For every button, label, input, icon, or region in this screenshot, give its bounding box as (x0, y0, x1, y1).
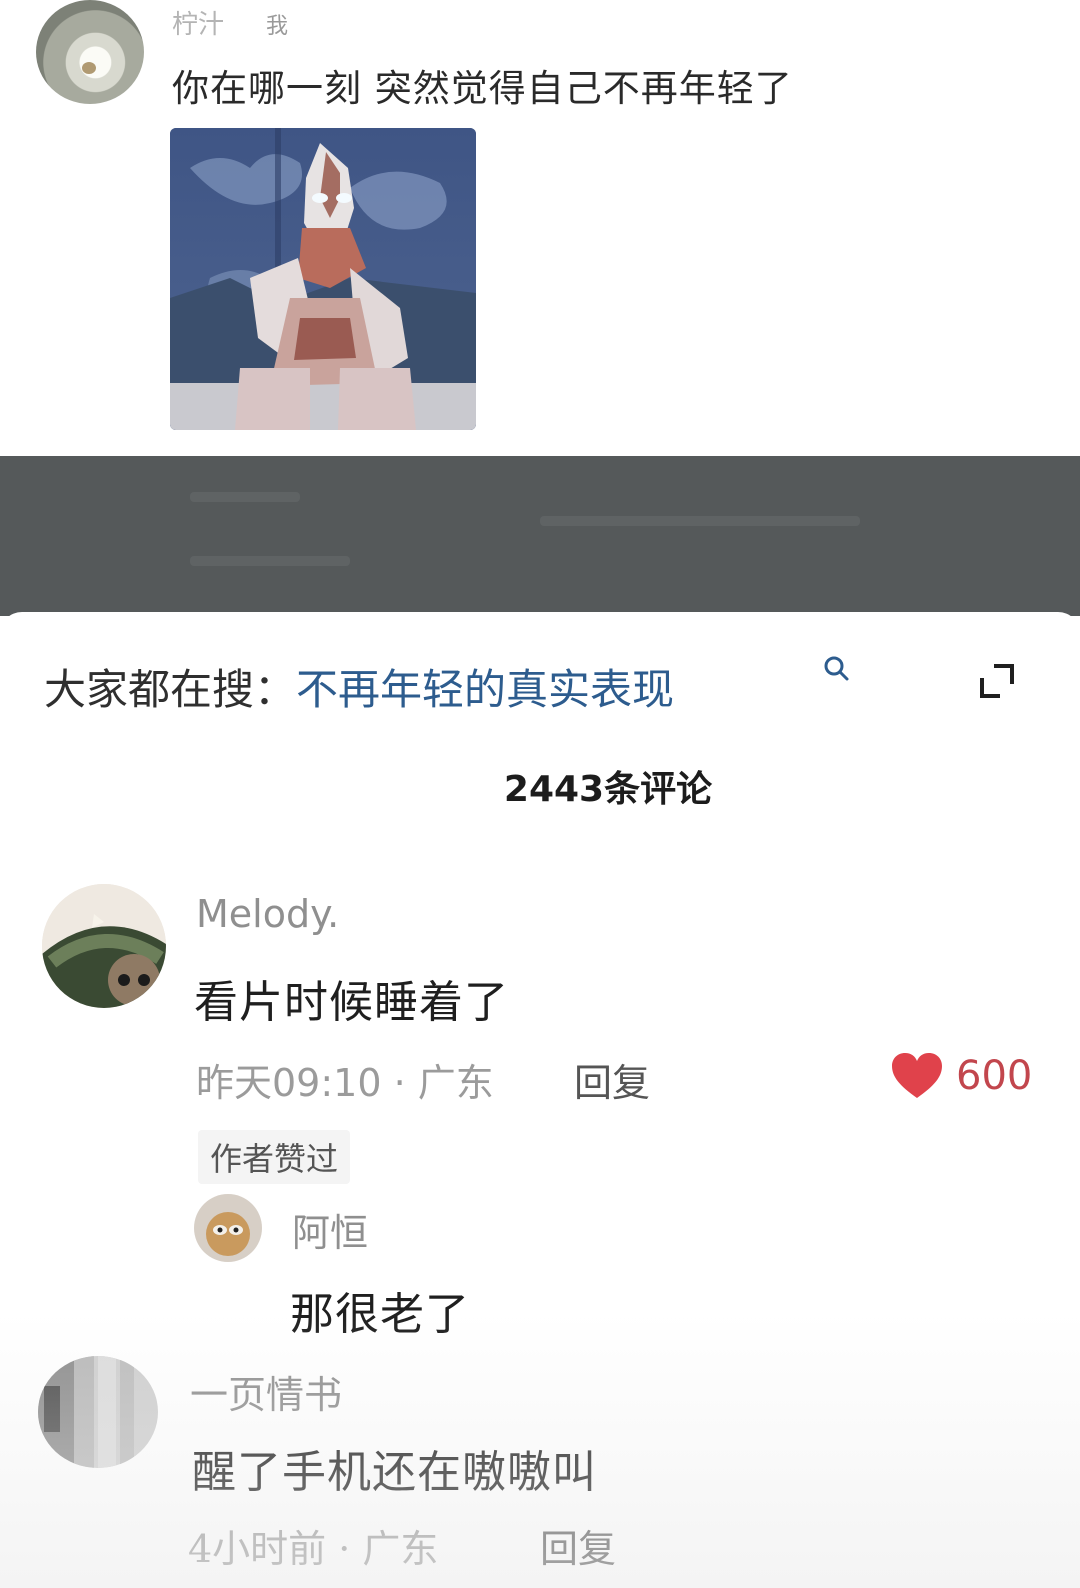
heart-icon (892, 1053, 942, 1098)
like-count: 600 (956, 1053, 1033, 1099)
post-author-avatar[interactable] (36, 0, 144, 104)
original-post: 柠汁 我 你在哪一刻 突然觉得自己不再年轻了 (0, 0, 1080, 458)
reply-button[interactable]: 回复 (540, 1518, 616, 1573)
trending-search-term[interactable]: 不再年轻的真实表现 (296, 665, 674, 714)
reply-avatar[interactable] (194, 1194, 262, 1262)
post-author-me-tag: 我 (266, 14, 289, 39)
comment-count: 2443条评论 (503, 769, 713, 810)
post-text: 你在哪一刻 突然觉得自己不再年轻了 (172, 67, 793, 110)
comment-sheet: 大家都在搜：不再年轻的真实表现 2443条评论 Melody. 看片时候睡着了 … (0, 612, 1080, 1588)
comment-text: 醒了手机还在嗷嗷叫 (192, 1447, 597, 1498)
post-author-name[interactable]: 柠汁 (172, 4, 224, 41)
commenter-name[interactable]: 一页情书 (190, 1364, 342, 1419)
commenter-avatar[interactable] (38, 1356, 158, 1468)
comment-text: 看片时候睡着了 (194, 977, 509, 1028)
dimmed-overlay (0, 456, 1080, 616)
like-button[interactable]: 600 (890, 1052, 1032, 1100)
comment-meta: 4小时前 · 广东 (188, 1527, 439, 1571)
commenter-avatar[interactable] (42, 884, 166, 1008)
search-icon[interactable] (822, 654, 852, 684)
trending-search[interactable]: 大家都在搜：不再年轻的真实表现 (44, 656, 674, 717)
trending-search-prefix: 大家都在搜： (44, 665, 297, 714)
reply-author-name[interactable]: 阿恒 (292, 1202, 368, 1257)
reply-text: 那很老了 (290, 1289, 470, 1340)
expand-icon[interactable] (978, 662, 1016, 700)
author-liked-badge: 作者赞过 (198, 1130, 351, 1184)
reply-button[interactable]: 回复 (574, 1052, 650, 1107)
post-image[interactable] (170, 128, 476, 430)
comment-meta: 昨天09:10 · 广东 (196, 1061, 494, 1105)
commenter-name[interactable]: Melody. (196, 892, 339, 936)
